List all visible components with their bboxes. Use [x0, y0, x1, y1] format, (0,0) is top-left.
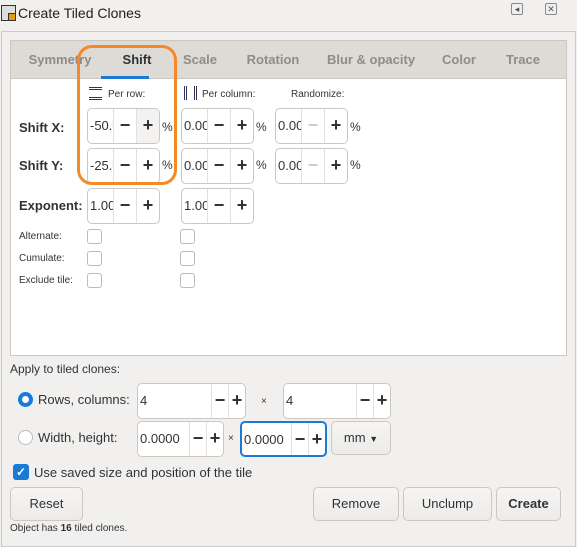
width-spin[interactable]: 0.0000− + [137, 421, 224, 457]
rows-spin[interactable]: 4− + [137, 383, 246, 419]
unit: % [256, 120, 267, 134]
shift-y-randomize-spin[interactable]: 0.000−+ [275, 148, 348, 184]
exponent-per-row-spin[interactable]: 1.000−+ [87, 188, 160, 224]
exclude-tile-per-row-checkbox[interactable] [87, 273, 102, 288]
columns-spin[interactable]: 4− + [283, 383, 391, 419]
value[interactable]: 1.000 [88, 189, 113, 223]
chevron-down-icon: ▼ [369, 434, 379, 444]
minus-button[interactable]: − [207, 149, 230, 183]
plus-button[interactable]: + [230, 149, 253, 183]
clone-count: 16 [60, 523, 72, 534]
minus-button[interactable]: − [291, 423, 308, 455]
tab-trace[interactable]: Trace [506, 52, 540, 67]
randomize-header: Randomize: [291, 89, 345, 100]
value[interactable]: 1.000 [182, 189, 207, 223]
width-height-label[interactable]: Width, height: [38, 430, 118, 445]
plus-button[interactable]: + [228, 384, 245, 418]
minus-button[interactable]: − [356, 384, 373, 418]
height-spin[interactable]: 0.0000− + [240, 421, 327, 457]
value[interactable]: 0.0000 [138, 422, 189, 456]
unit: % [350, 120, 361, 134]
minus-button[interactable]: − [211, 384, 228, 418]
minus-button[interactable]: − [113, 189, 136, 223]
minus-button[interactable]: − [207, 189, 230, 223]
app-icon [1, 5, 16, 21]
plus-button[interactable]: + [324, 109, 347, 143]
tab-blur-opacity[interactable]: Blur & opacity [327, 52, 415, 67]
highlight-box [77, 45, 177, 185]
unit-value: mm [343, 430, 366, 445]
per-column-header: Per column: [202, 89, 256, 100]
plus-button[interactable]: + [230, 109, 253, 143]
value[interactable]: 4 [138, 384, 211, 418]
minus-button[interactable]: − [189, 422, 206, 456]
status-prefix: Object has [10, 523, 61, 534]
plus-button[interactable]: + [206, 422, 223, 456]
unit: % [350, 158, 361, 172]
rows-columns-label[interactable]: Rows, columns: [38, 392, 130, 407]
plus-button[interactable]: + [324, 149, 347, 183]
reset-button[interactable]: Reset [10, 487, 83, 521]
plus-button[interactable]: + [230, 189, 253, 223]
apply-heading: Apply to tiled clones: [10, 362, 121, 376]
shift-x-per-column-spin[interactable]: 0.000−+ [181, 108, 254, 144]
value[interactable]: 0.000 [276, 149, 301, 183]
value[interactable]: 4 [284, 384, 356, 418]
rows-columns-radio[interactable] [18, 392, 33, 407]
exponent-label: Exponent: [19, 198, 83, 213]
minus-button[interactable]: − [207, 109, 230, 143]
close-icon[interactable]: ✕ [545, 3, 557, 15]
times-sign: × [228, 433, 234, 444]
minus-button[interactable]: − [301, 109, 324, 143]
plus-button[interactable]: + [308, 423, 325, 455]
status-suffix: tiled clones. [71, 523, 128, 534]
shift-y-label: Shift Y: [19, 158, 64, 173]
plus-button[interactable]: + [373, 384, 390, 418]
unit: % [256, 158, 267, 172]
shift-x-label: Shift X: [19, 120, 65, 135]
width-height-radio[interactable] [18, 430, 33, 445]
exponent-per-column-spin[interactable]: 1.000−+ [181, 188, 254, 224]
tab-rotation[interactable]: Rotation [247, 52, 300, 67]
unclump-button[interactable]: Unclump [403, 487, 492, 521]
remove-button[interactable]: Remove [313, 487, 399, 521]
tab-color[interactable]: Color [442, 52, 476, 67]
tab-scale[interactable]: Scale [183, 52, 217, 67]
cumulate-per-row-checkbox[interactable] [87, 251, 102, 266]
status-text: Object has 16 tiled clones. [10, 523, 127, 534]
window-title: Create Tiled Clones [18, 5, 141, 21]
plus-button[interactable]: + [136, 189, 159, 223]
cumulate-per-column-checkbox[interactable] [180, 251, 195, 266]
create-button[interactable]: Create [496, 487, 561, 521]
exclude-tile-label: Exclude tile: [19, 275, 73, 286]
detach-icon[interactable]: ◂ [511, 3, 523, 15]
shift-x-randomize-spin[interactable]: 0.000−+ [275, 108, 348, 144]
per-column-icon [184, 86, 197, 100]
shift-y-per-column-spin[interactable]: 0.000−+ [181, 148, 254, 184]
exclude-tile-per-column-checkbox[interactable] [180, 273, 195, 288]
cumulate-label: Cumulate: [19, 253, 65, 264]
value[interactable]: 0.000 [276, 109, 301, 143]
alternate-label: Alternate: [19, 231, 62, 242]
value[interactable]: 0.0000 [242, 423, 291, 455]
minus-button[interactable]: − [301, 149, 324, 183]
use-saved-checkbox[interactable]: ✓ [13, 464, 29, 480]
unit-dropdown[interactable]: mm ▼ [331, 421, 391, 455]
alternate-per-row-checkbox[interactable] [87, 229, 102, 244]
use-saved-label[interactable]: Use saved size and position of the tile [34, 465, 252, 480]
alternate-per-column-checkbox[interactable] [180, 229, 195, 244]
times-sign: × [261, 396, 267, 407]
value[interactable]: 0.000 [182, 109, 207, 143]
value[interactable]: 0.000 [182, 149, 207, 183]
